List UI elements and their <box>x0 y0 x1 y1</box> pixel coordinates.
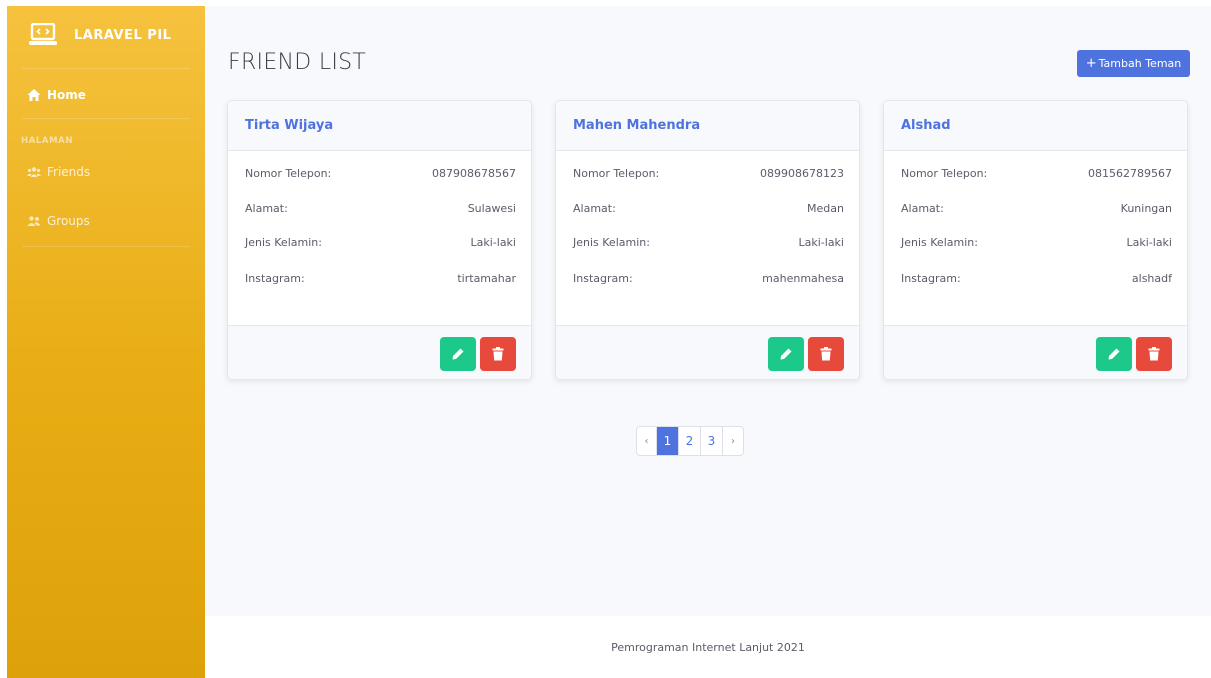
instagram-label: Instagram: <box>245 272 305 285</box>
add-friend-button[interactable]: + Tambah Teman <box>1077 50 1190 77</box>
laptop-code-icon <box>29 23 57 45</box>
gender-label: Jenis Kelamin: <box>245 236 322 249</box>
trash-icon <box>492 347 504 361</box>
instagram-row: Instagram: alshadf <box>901 272 1172 285</box>
gender-label: Jenis Kelamin: <box>901 236 978 249</box>
address-row: Alamat: Sulawesi <box>245 202 516 215</box>
footer-text: Pemrograman Internet Lanjut 2021 <box>611 640 805 654</box>
edit-button[interactable] <box>768 337 804 371</box>
app: LARAVEL PIL Home HALAMAN Friends Groups … <box>0 0 1211 678</box>
page-title: FRIEND LIST <box>228 50 367 75</box>
edit-button[interactable] <box>1096 337 1132 371</box>
instagram-label: Instagram: <box>901 272 961 285</box>
phone-label: Nomor Telepon: <box>573 167 660 180</box>
friend-card: Alshad Nomor Telepon: 081562789567 Alama… <box>883 100 1188 380</box>
pagination-next[interactable]: › <box>723 427 743 455</box>
sidebar-item-friends[interactable]: Friends <box>7 152 205 192</box>
address-row: Alamat: Kuningan <box>901 202 1172 215</box>
address-value: Medan <box>807 202 844 215</box>
pencil-icon <box>452 348 464 360</box>
pagination-page-3[interactable]: 3 <box>701 427 723 455</box>
phone-row: Nomor Telepon: 087908678567 <box>245 167 516 180</box>
instagram-label: Instagram: <box>573 272 633 285</box>
sidebar-divider <box>22 246 190 247</box>
gender-value: Laki-laki <box>1126 236 1173 249</box>
home-icon <box>27 89 41 101</box>
gender-row: Jenis Kelamin: Laki-laki <box>901 236 1172 249</box>
sidebar-item-label: Groups <box>47 214 90 228</box>
sidebar: LARAVEL PIL Home HALAMAN Friends Groups <box>7 6 205 678</box>
sidebar-item-label: Friends <box>47 165 91 179</box>
card-footer <box>556 325 859 379</box>
pencil-icon <box>780 348 792 360</box>
sidebar-divider <box>22 118 190 119</box>
gender-value: Laki-laki <box>470 236 517 249</box>
phone-row: Nomor Telepon: 089908678123 <box>573 167 844 180</box>
sidebar-brand[interactable]: LARAVEL PIL <box>7 6 205 68</box>
address-label: Alamat: <box>901 202 944 215</box>
brand-name: LARAVEL PIL <box>74 28 172 43</box>
phone-label: Nomor Telepon: <box>245 167 332 180</box>
sidebar-item-label: Home <box>47 88 86 102</box>
friend-card: Tirta Wijaya Nomor Telepon: 087908678567… <box>227 100 532 380</box>
card-footer <box>228 325 531 379</box>
phone-label: Nomor Telepon: <box>901 167 988 180</box>
user-friends-icon <box>27 216 41 226</box>
edit-button[interactable] <box>440 337 476 371</box>
instagram-row: Instagram: mahenmahesa <box>573 272 844 285</box>
instagram-value: tirtamahar <box>457 272 516 285</box>
friend-name: Tirta Wijaya <box>228 101 531 151</box>
trash-icon <box>1148 347 1160 361</box>
page-footer: Pemrograman Internet Lanjut 2021 <box>205 616 1211 678</box>
pagination-page-1[interactable]: 1 <box>657 427 679 455</box>
friend-card: Mahen Mahendra Nomor Telepon: 0899086781… <box>555 100 860 380</box>
phone-value: 081562789567 <box>1088 167 1172 180</box>
address-label: Alamat: <box>245 202 288 215</box>
phone-row: Nomor Telepon: 081562789567 <box>901 167 1172 180</box>
delete-button[interactable] <box>808 337 844 371</box>
card-footer <box>884 325 1187 379</box>
address-value: Sulawesi <box>467 202 516 215</box>
delete-button[interactable] <box>1136 337 1172 371</box>
instagram-value: alshadf <box>1131 272 1172 285</box>
pagination-page-2[interactable]: 2 <box>679 427 701 455</box>
users-icon <box>27 167 41 177</box>
instagram-value: mahenmahesa <box>762 272 844 285</box>
address-value: Kuningan <box>1120 202 1172 215</box>
plus-icon: + <box>1085 56 1097 71</box>
friend-name: Alshad <box>884 101 1187 151</box>
gender-row: Jenis Kelamin: Laki-laki <box>573 236 844 249</box>
gender-row: Jenis Kelamin: Laki-laki <box>245 236 516 249</box>
gender-value: Laki-laki <box>798 236 845 249</box>
main-content: FRIEND LIST + Tambah Teman Tirta Wijaya … <box>205 6 1211 616</box>
sidebar-item-groups[interactable]: Groups <box>7 201 205 241</box>
trash-icon <box>820 347 832 361</box>
address-label: Alamat: <box>573 202 616 215</box>
address-row: Alamat: Medan <box>573 202 844 215</box>
phone-value: 087908678567 <box>432 167 516 180</box>
delete-button[interactable] <box>480 337 516 371</box>
gender-label: Jenis Kelamin: <box>573 236 650 249</box>
pagination-prev[interactable]: ‹ <box>637 427 657 455</box>
friend-name: Mahen Mahendra <box>556 101 859 151</box>
pagination: ‹ 1 2 3 › <box>636 426 744 456</box>
sidebar-item-home[interactable]: Home <box>7 75 205 115</box>
sidebar-divider <box>22 68 190 69</box>
phone-value: 089908678123 <box>760 167 844 180</box>
instagram-row: Instagram: tirtamahar <box>245 272 516 285</box>
pencil-icon <box>1108 348 1120 360</box>
sidebar-heading: HALAMAN <box>21 136 74 146</box>
add-friend-label: Tambah Teman <box>1098 57 1182 70</box>
